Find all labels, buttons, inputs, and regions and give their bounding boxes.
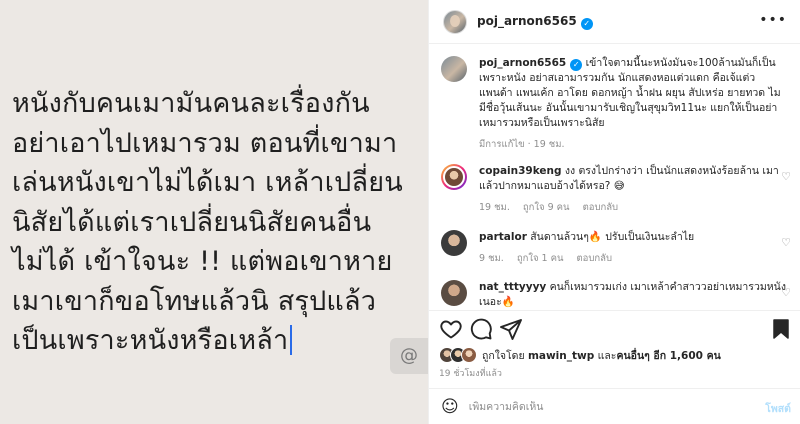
post-header: poj_arnon6565 ✓ ••• [429,0,800,44]
comment-meta: 9 ชม. ถูกใจ 1 คน ตอบกลับ [479,251,791,266]
comment-time: 9 ชม. [479,253,504,264]
comment-item: nat_tttyyyy คนก็เหมารวมเก่ง เมาเหล้าคำสา… [441,280,791,310]
post-comment-button[interactable]: โพสต์ [765,400,791,417]
caption-meta: มีการแก้ไข · 19 ชม. [479,137,791,152]
post-time: 19 ชั่วโมงที่แล้ว [439,369,502,379]
more-options-icon[interactable]: ••• [759,12,787,28]
action-bar [429,310,800,344]
caption: poj_arnon6565 ✓ เข้าใจตามนี้นะหนังมันจะ10… [441,56,791,152]
verified-badge-icon: ✓ [570,59,583,71]
likes-prefix: ถูกใจโดย [482,349,528,362]
media-text: หนังกับคนเมามันคนละเรื่องกัน อย่าเอาไปเห… [12,84,422,361]
save-bookmark-icon[interactable] [769,317,793,341]
comment-username[interactable]: copain39keng [479,165,562,177]
likes-middle: และ [594,349,617,362]
comments-list[interactable]: poj_arnon6565 ✓ เข้าใจตามนี้นะหนังมันจะ10… [429,44,800,310]
post-media[interactable]: หนังกับคนเมามันคนละเรื่องกัน อย่าเอาไปเห… [0,0,428,424]
comment-like-heart-icon[interactable]: ♡ [781,236,791,249]
caption-body: poj_arnon6565 ✓ เข้าใจตามนี้นะหนังมันจะ10… [479,56,791,131]
media-text-content: หนังกับคนเมามันคนละเรื่องกัน อย่าเอาไปเห… [12,88,403,356]
share-paper-plane-icon[interactable] [499,317,523,341]
liker-avatar [461,347,477,363]
comment-avatar[interactable] [441,280,467,306]
comment-like-heart-icon[interactable]: ♡ [781,286,791,299]
comment-body: nat_tttyyyy คนก็เหมารวมเก่ง เมาเหล้าคำสา… [479,280,791,310]
comment-item: partalor สันดานล้วนๆ🔥 ปรับเป็นเงินนะลำไย… [441,230,791,266]
emoji-icon[interactable]: ☺ [441,397,459,417]
caption-edited: มีการแก้ไข · 19 ชม. [479,139,565,150]
comment-likes[interactable]: ถูกใจ 1 คน [517,253,564,264]
caption-avatar[interactable] [441,56,467,82]
likes-text: ถูกใจโดย mawin_twp และคนอื่นๆ อีก 1,600 … [482,347,721,364]
author-username[interactable]: poj_arnon6565 ✓ [477,14,593,30]
mention-badge: @ [390,338,428,374]
comment-body: partalor สันดานล้วนๆ🔥 ปรับเป็นเงินนะลำไย [479,230,791,245]
reply-button[interactable]: ตอบกลับ [577,253,613,264]
comment-avatar[interactable] [441,230,467,256]
comment-text: สันดานล้วนๆ🔥 ปรับเป็นเงินนะลำไย [526,231,695,243]
like-heart-icon[interactable] [439,317,463,341]
author-username-text: poj_arnon6565 [477,13,577,28]
comment-item: copain39keng งง ตรงไปกร่างว่า เป็นนักแสด… [441,164,791,215]
caption-username[interactable]: poj_arnon6565 [479,57,566,69]
verified-badge-icon: ✓ [580,17,593,30]
comment-input[interactable] [468,400,739,413]
comment-time: 19 ชม. [479,202,510,213]
reply-button[interactable]: ตอบกลับ [583,202,619,213]
likes-others[interactable]: คนอื่นๆ อีก 1,600 คน [616,350,720,362]
comment-avatar[interactable] [441,164,467,190]
text-caret [290,325,293,355]
likes-summary[interactable]: ถูกใจโดย mawin_twp และคนอื่นๆ อีก 1,600 … [439,344,794,366]
author-avatar[interactable] [443,9,467,34]
comment-meta: 19 ชม. ถูกใจ 9 คน ตอบกลับ [479,200,791,215]
comment-username[interactable]: partalor [479,231,527,243]
comment-body: copain39keng งง ตรงไปกร่างว่า เป็นนักแสด… [479,164,791,194]
comment-bubble-icon[interactable] [469,317,493,341]
comment-likes[interactable]: ถูกใจ 9 คน [523,202,570,213]
comment-username[interactable]: nat_tttyyyy [479,281,546,293]
liker-username[interactable]: mawin_twp [528,350,594,362]
comment-like-heart-icon[interactable]: ♡ [781,170,791,183]
add-comment-bar: ☺ โพสต์ [429,388,800,424]
post-side-panel: poj_arnon6565 ✓ ••• poj_arnon6565 ✓ เข้าใจ… [428,0,800,424]
